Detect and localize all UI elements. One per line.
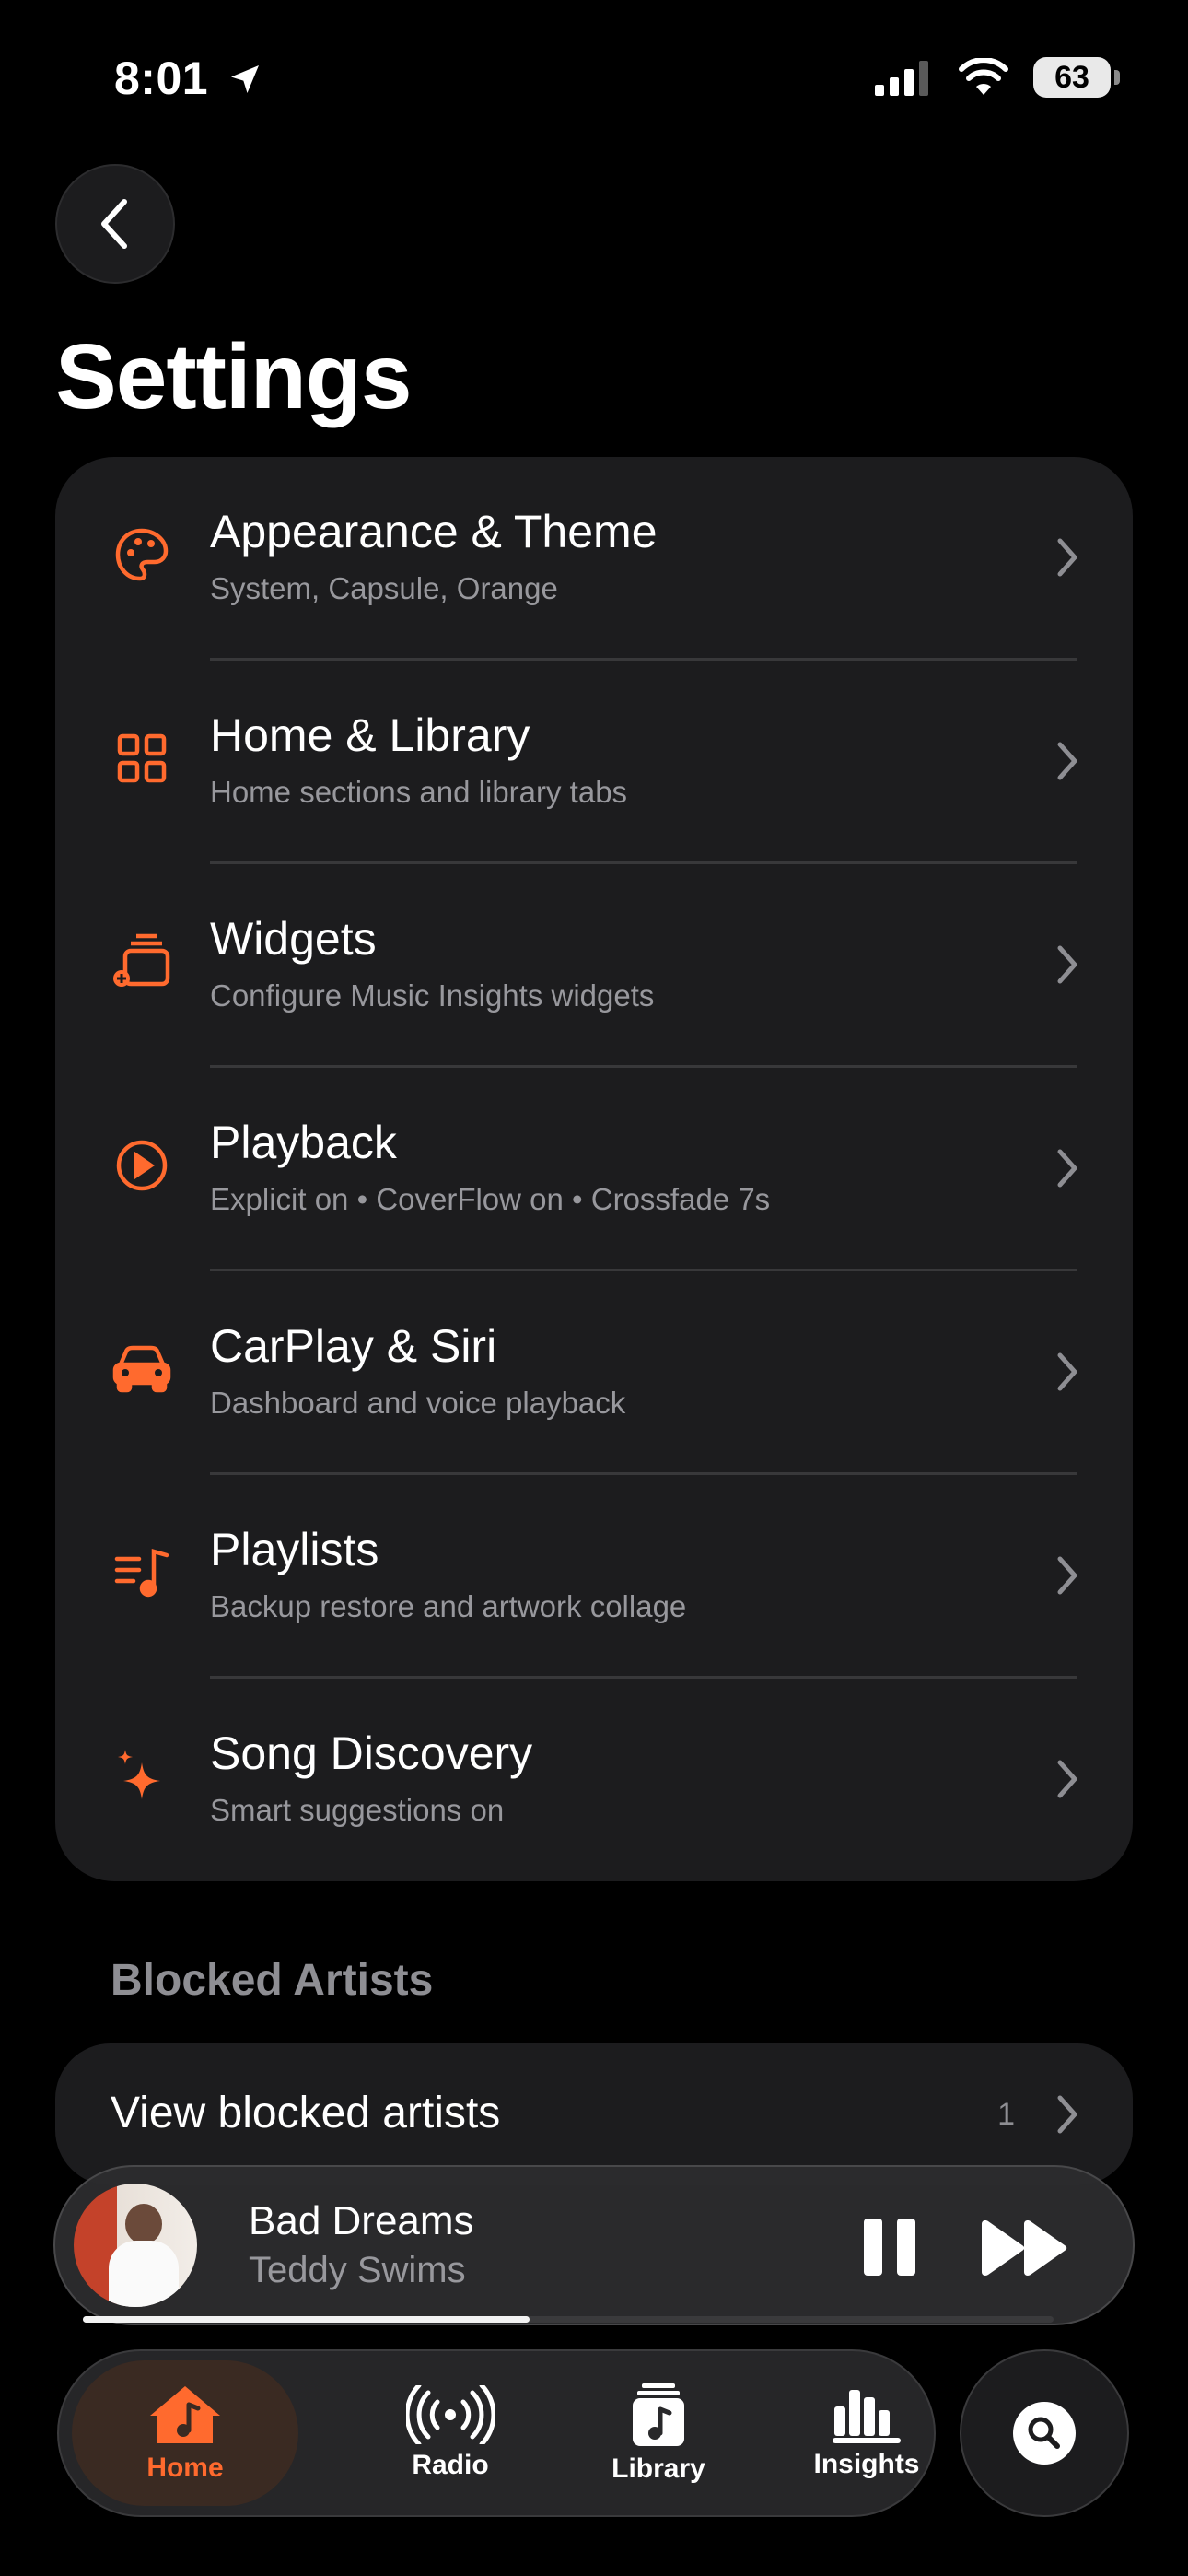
page-title: Settings: [55, 325, 412, 428]
playlist-icon: [109, 1540, 175, 1606]
chevron-right-icon: [1057, 742, 1077, 780]
tab-label: Insights: [813, 2449, 920, 2479]
search-button[interactable]: [960, 2349, 1129, 2517]
cellular-signal-icon: [875, 61, 928, 96]
fast-forward-icon[interactable]: [978, 2219, 1070, 2277]
chevron-right-icon: [1057, 1760, 1077, 1798]
chevron-right-icon: [1057, 538, 1077, 577]
play-circle-icon: [109, 1132, 175, 1199]
tab-home[interactable]: Home: [72, 2360, 298, 2506]
chevron-left-icon: [101, 199, 127, 249]
chevron-right-icon: [1057, 1556, 1077, 1595]
blocked-artists-label: View blocked artists: [111, 2089, 501, 2137]
settings-row-label: Appearance & Theme: [210, 506, 658, 557]
search-icon: [1013, 2402, 1076, 2465]
tab-label: Library: [611, 2453, 705, 2484]
now-playing-title: Bad Dreams: [249, 2198, 474, 2243]
status-indicators: 63: [875, 57, 1120, 98]
blocked-artists-count: 1: [997, 2097, 1015, 2132]
playback-progress-fill: [83, 2316, 530, 2323]
settings-row-appearance[interactable]: Appearance & Theme System, Capsule, Oran…: [55, 457, 1133, 661]
settings-row-label: CarPlay & Siri: [210, 1320, 497, 1372]
playback-progress[interactable]: [83, 2316, 1054, 2323]
car-icon: [109, 1336, 175, 1402]
settings-row-carplay[interactable]: CarPlay & Siri Dashboard and voice playb…: [55, 1271, 1133, 1475]
home-music-icon: [150, 2386, 220, 2443]
settings-row-subtitle: Configure Music Insights widgets: [210, 978, 655, 1013]
settings-row-subtitle: Home sections and library tabs: [210, 775, 628, 809]
now-playing-artist: Teddy Swims: [249, 2250, 466, 2290]
palette-icon: [109, 521, 175, 588]
section-header-blocked-artists: Blocked Artists: [111, 1956, 434, 2005]
chevron-right-icon: [1057, 945, 1077, 984]
settings-list: Appearance & Theme System, Capsule, Oran…: [55, 457, 1133, 1881]
settings-row-label: Widgets: [210, 913, 377, 965]
mini-player[interactable]: Bad Dreams Teddy Swims: [53, 2165, 1135, 2325]
battery-indicator: 63: [1033, 57, 1120, 98]
chevron-right-icon: [1057, 1149, 1077, 1188]
widgets-add-icon: [109, 929, 175, 995]
status-time: 8:01: [114, 52, 263, 105]
chevron-right-icon: [1057, 2095, 1077, 2134]
grid-icon: [109, 725, 175, 791]
settings-row-playlists[interactable]: Playlists Backup restore and artwork col…: [55, 1475, 1133, 1679]
library-icon: [633, 2383, 684, 2446]
sparkles-icon: [109, 1743, 175, 1809]
tab-label: Radio: [412, 2450, 489, 2480]
settings-row-label: Playback: [210, 1117, 397, 1168]
view-blocked-artists-row[interactable]: View blocked artists 1: [55, 2043, 1133, 2185]
settings-row-widgets[interactable]: Widgets Configure Music Insights widgets: [55, 864, 1133, 1068]
settings-row-playback[interactable]: Playback Explicit on • CoverFlow on • Cr…: [55, 1068, 1133, 1271]
settings-row-label: Playlists: [210, 1524, 379, 1575]
insights-chart-icon: [833, 2390, 901, 2443]
settings-row-label: Home & Library: [210, 709, 530, 761]
settings-row-subtitle: Explicit on • CoverFlow on • Crossfade 7…: [210, 1182, 771, 1216]
settings-row-home-library[interactable]: Home & Library Home sections and library…: [55, 661, 1133, 864]
settings-row-label: Song Discovery: [210, 1727, 533, 1779]
location-arrow-icon: [231, 65, 260, 93]
wifi-icon: [959, 58, 1008, 95]
settings-row-discovery[interactable]: Song Discovery Smart suggestions on: [55, 1679, 1133, 1882]
radio-broadcast-icon: [406, 2385, 495, 2444]
battery-level: 63: [1054, 59, 1089, 95]
pause-icon[interactable]: [858, 2215, 921, 2279]
back-button[interactable]: [55, 164, 175, 284]
tab-bar: Home Radio Library Insights: [57, 2349, 936, 2517]
status-time-text: 8:01: [114, 53, 209, 104]
tab-insights[interactable]: Insights: [761, 2351, 973, 2515]
settings-row-subtitle: Backup restore and artwork collage: [210, 1589, 687, 1623]
settings-row-subtitle: Smart suggestions on: [210, 1793, 505, 1827]
tab-radio[interactable]: Radio: [344, 2351, 556, 2515]
chevron-right-icon: [1057, 1352, 1077, 1391]
settings-row-subtitle: System, Capsule, Orange: [210, 571, 558, 605]
tab-label: Home: [146, 2453, 224, 2483]
settings-row-subtitle: Dashboard and voice playback: [210, 1386, 626, 1420]
album-artwork: [74, 2184, 197, 2307]
tab-library[interactable]: Library: [553, 2351, 764, 2515]
